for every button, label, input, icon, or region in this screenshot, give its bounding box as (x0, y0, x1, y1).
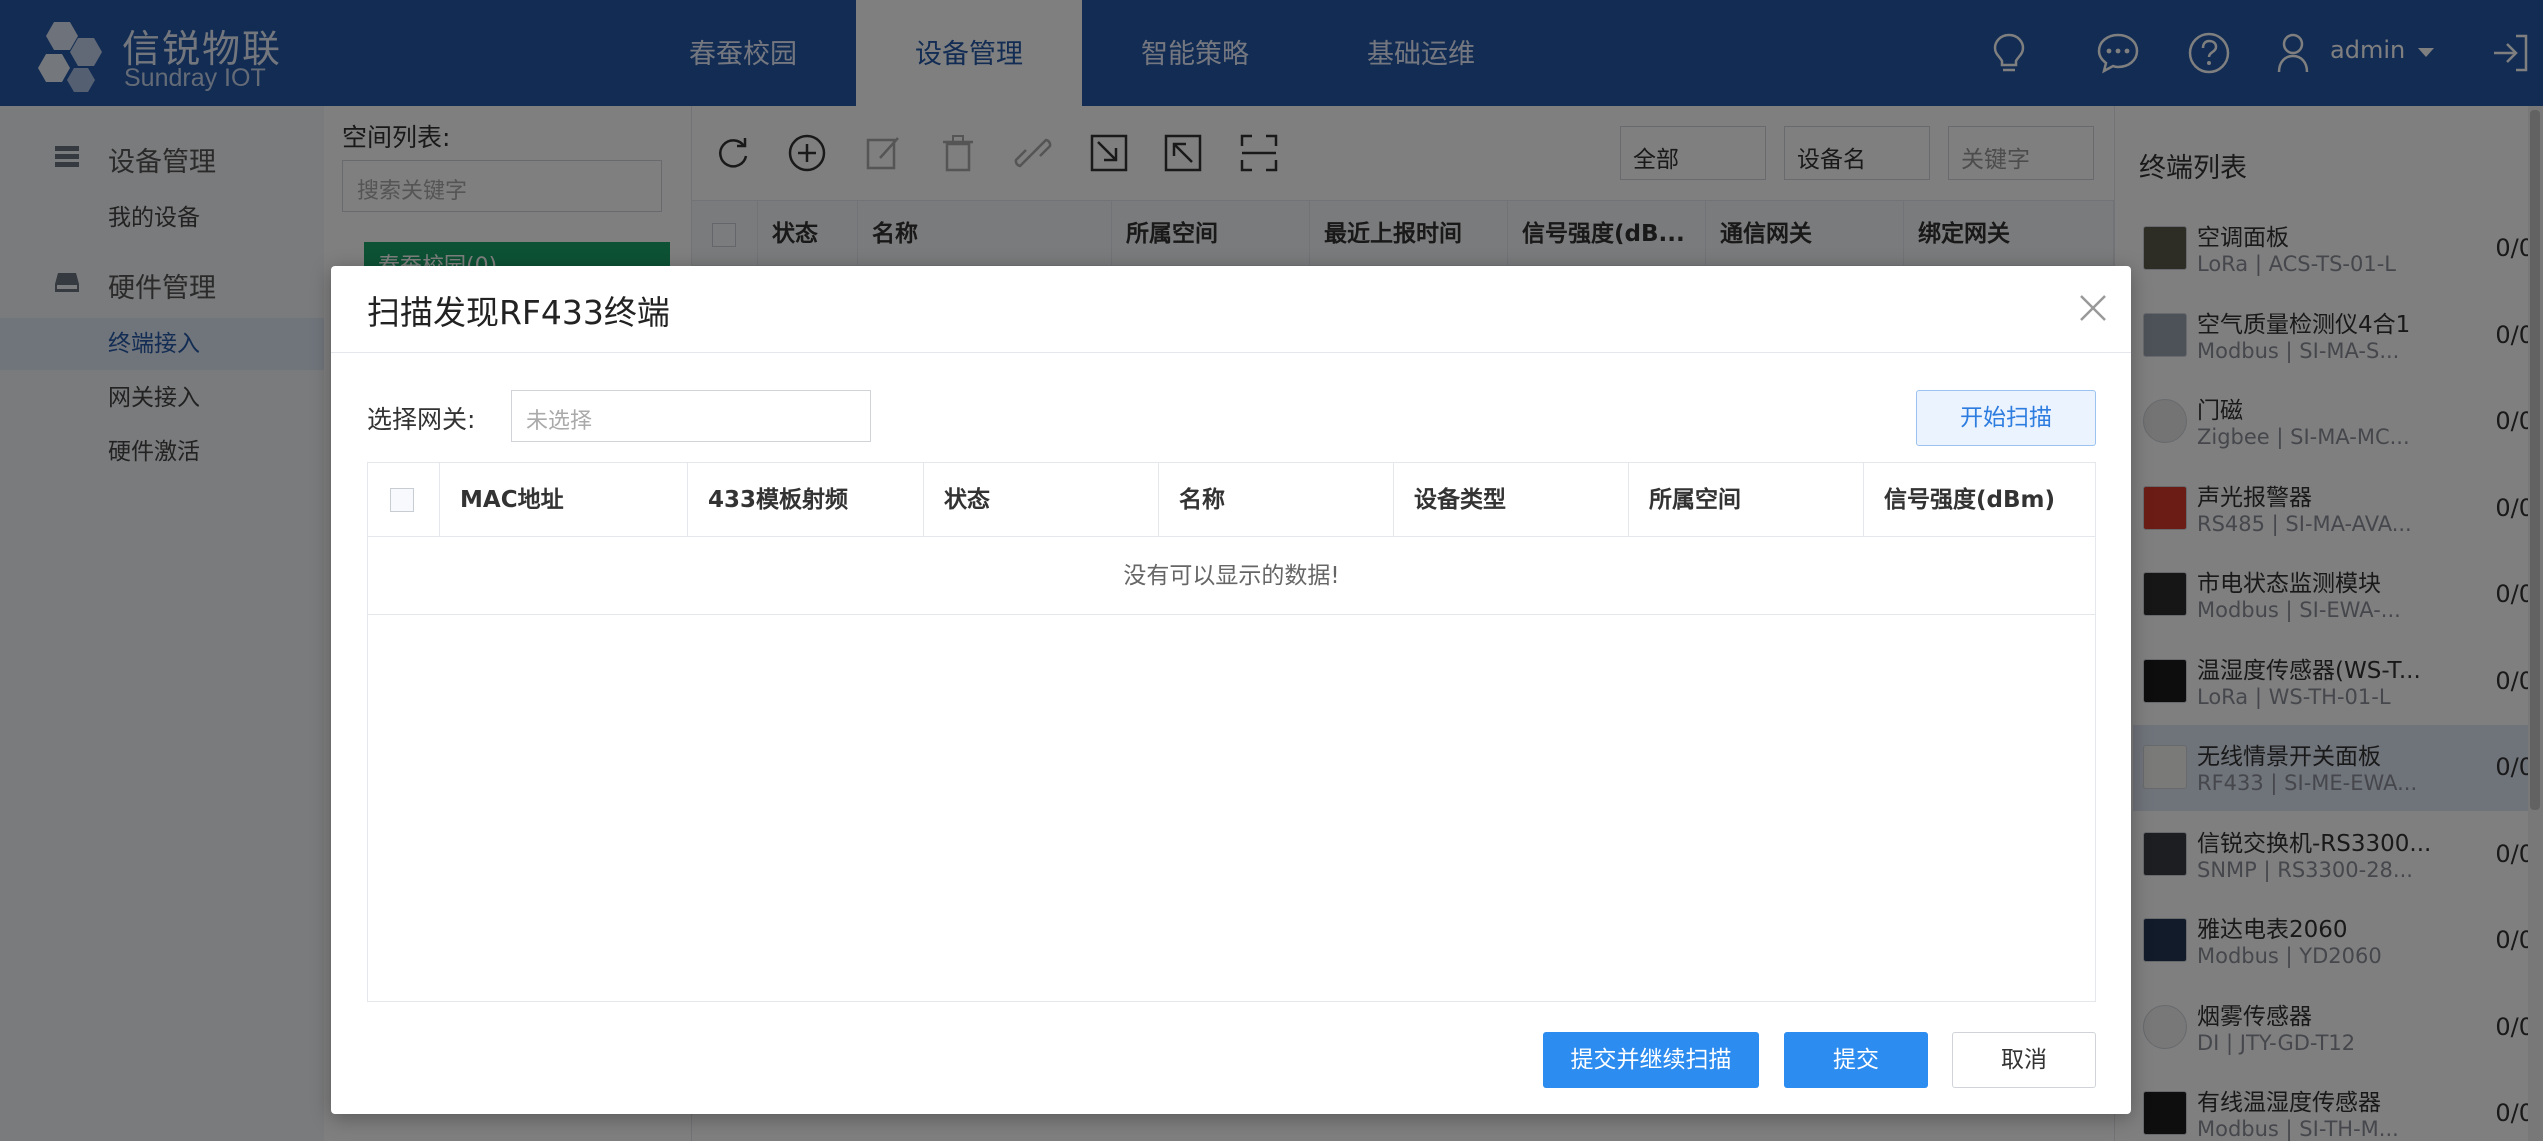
rf433-scan-dialog: 扫描发现RF433终端 选择网关: 未选择 开始扫描 MAC地址 433模板射频… (331, 266, 2131, 1114)
column-header-space[interactable]: 所属空间 (1629, 463, 1864, 537)
dialog-divider (331, 352, 2131, 353)
scan-results-table: MAC地址 433模板射频 状态 名称 设备类型 所属空间 信号强度(dBm) … (367, 462, 2096, 1002)
submit-and-continue-button[interactable]: 提交并继续扫描 (1543, 1032, 1759, 1088)
column-header-name[interactable]: 名称 (1159, 463, 1394, 537)
select-all-cell[interactable] (368, 463, 440, 537)
column-header-mac[interactable]: MAC地址 (440, 463, 688, 537)
gateway-label: 选择网关: (367, 405, 476, 434)
empty-state-message: 没有可以显示的数据! (368, 537, 2095, 615)
select-all-checkbox[interactable] (390, 488, 414, 512)
column-header-device-type[interactable]: 设备类型 (1394, 463, 1629, 537)
submit-button[interactable]: 提交 (1784, 1032, 1928, 1088)
column-header-status[interactable]: 状态 (924, 463, 1159, 537)
gateway-select[interactable]: 未选择 (511, 390, 871, 442)
dialog-title: 扫描发现RF433终端 (367, 293, 670, 332)
column-header-signal[interactable]: 信号强度(dBm) (1864, 463, 2095, 537)
cancel-button[interactable]: 取消 (1952, 1032, 2096, 1088)
column-header-rf[interactable]: 433模板射频 (688, 463, 924, 537)
close-icon[interactable] (2075, 290, 2111, 326)
scan-table-header: MAC地址 433模板射频 状态 名称 设备类型 所属空间 信号强度(dBm) (368, 463, 2095, 537)
start-scan-button[interactable]: 开始扫描 (1916, 390, 2096, 446)
